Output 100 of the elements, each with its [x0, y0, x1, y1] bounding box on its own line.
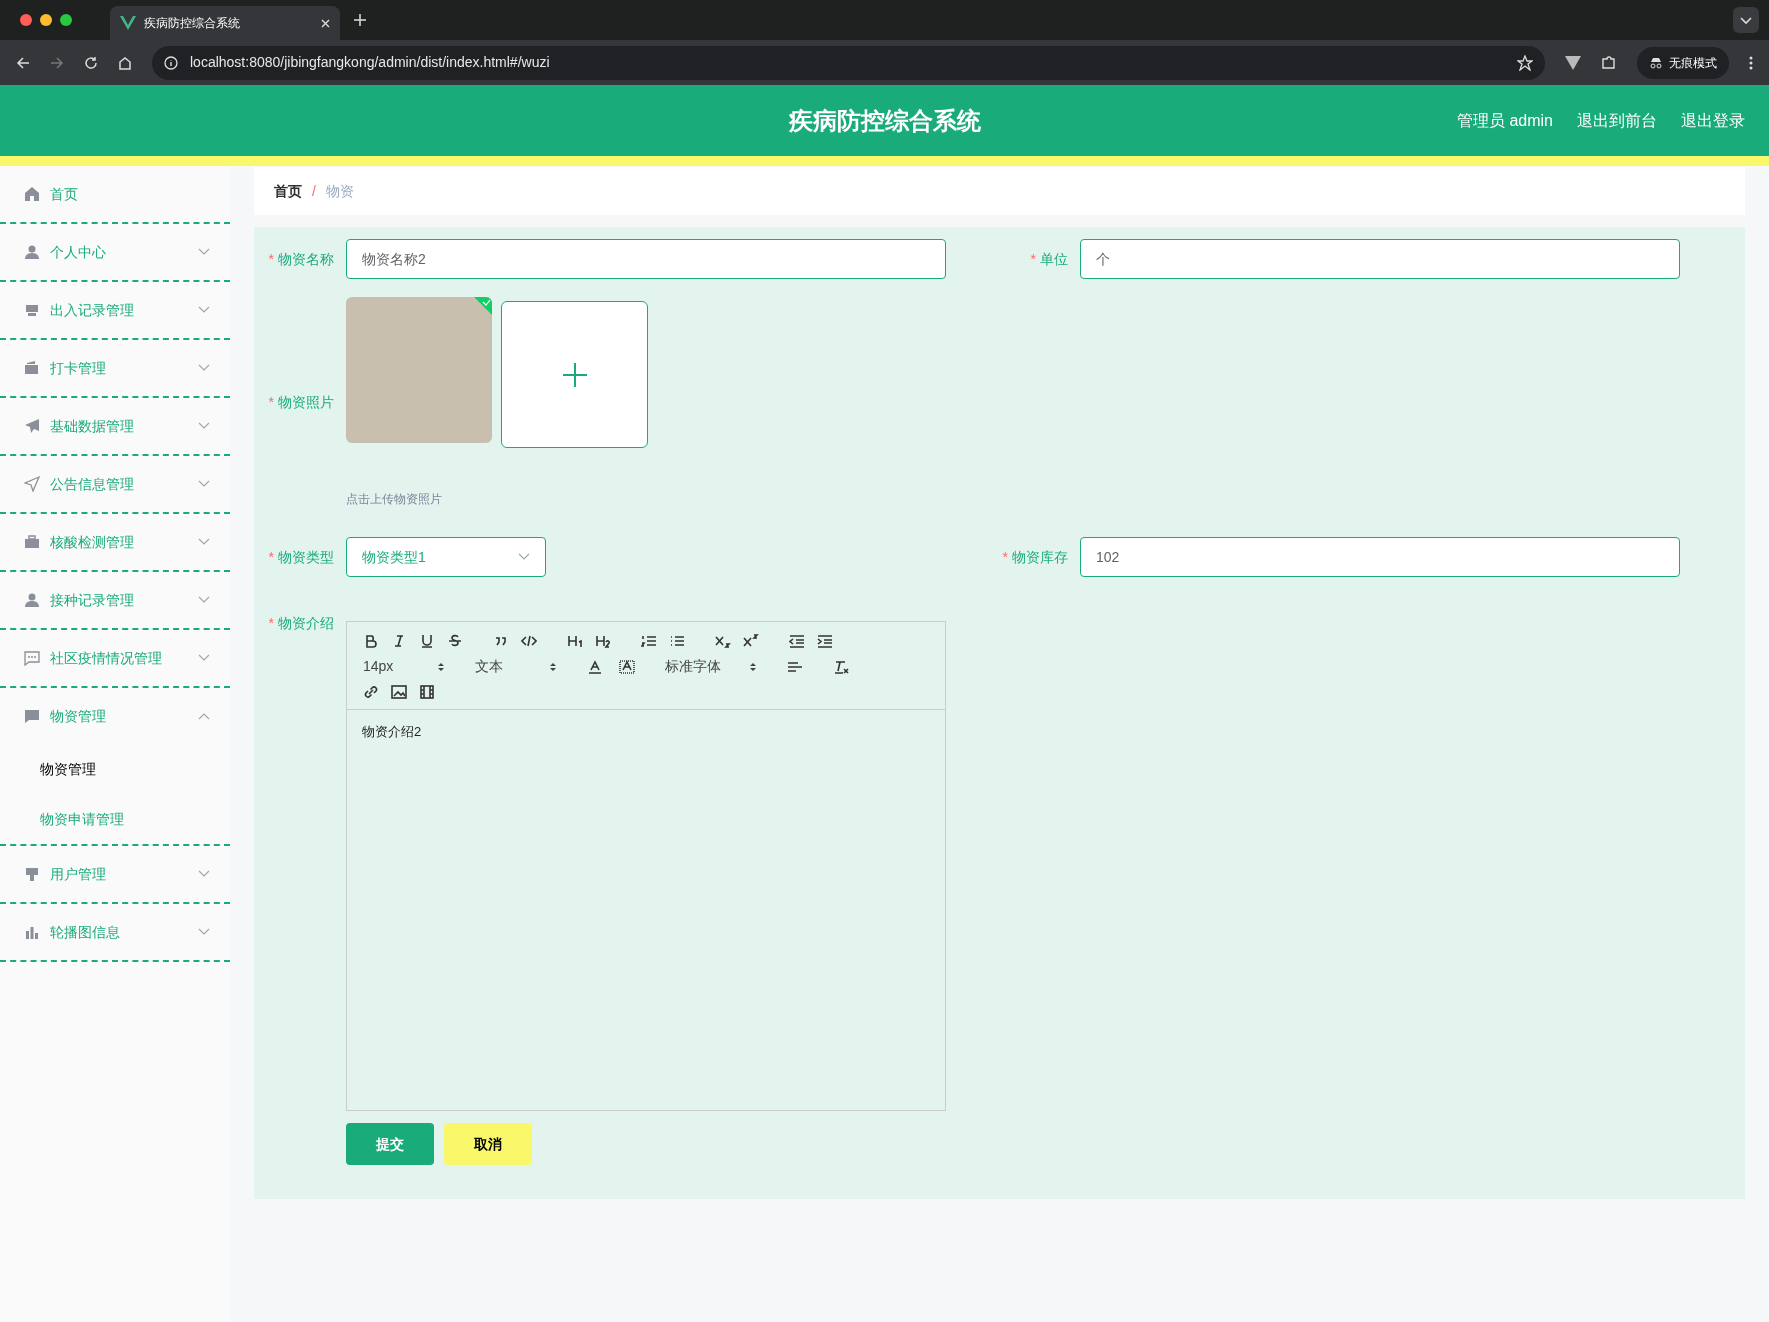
indent-icon[interactable]: [817, 634, 833, 648]
heading-one-icon[interactable]: [567, 634, 583, 648]
sidebar-menu-item[interactable]: 个人中心: [0, 224, 230, 280]
check-icon: [474, 297, 492, 315]
sidebar-submenu-item[interactable]: 物资申请管理: [0, 794, 230, 844]
bar-chart-icon: [24, 924, 40, 940]
field-label: * 单位: [1029, 249, 1069, 269]
quote-icon[interactable]: [493, 634, 509, 648]
link-icon[interactable]: [363, 685, 379, 699]
dropdown-icon[interactable]: [1733, 7, 1759, 33]
v-logo-icon: [120, 16, 136, 30]
star-icon[interactable]: [1517, 54, 1533, 71]
briefcase-icon: [24, 534, 40, 550]
incognito-button[interactable]: 无痕模式: [1637, 46, 1729, 79]
chat-icon: [24, 650, 40, 666]
heading-two-icon[interactable]: [595, 634, 611, 648]
chevron-down-icon: [198, 870, 210, 878]
breadcrumb-item[interactable]: 首页: [274, 180, 302, 202]
sidebar-submenu-item[interactable]: 物资管理: [0, 744, 230, 794]
sidebar-menu-item[interactable]: 基础数据管理: [0, 398, 230, 454]
sidebar-menu-item[interactable]: 轮播图信息: [0, 904, 230, 960]
outdent-icon[interactable]: [789, 634, 805, 648]
underline-icon[interactable]: [419, 634, 435, 648]
sidebar-menu-item[interactable]: 核酸检测管理: [0, 514, 230, 570]
font-size-select[interactable]: 14px: [363, 656, 445, 677]
close-icon[interactable]: [321, 18, 330, 28]
browser-tab[interactable]: 疾病防控综合系统: [110, 6, 340, 40]
maximize-window-icon[interactable]: [60, 14, 72, 26]
menu-icon[interactable]: [1749, 55, 1753, 70]
chevron-down-icon: [198, 928, 210, 936]
bullet-list-icon[interactable]: [669, 634, 685, 648]
upload-button[interactable]: [501, 301, 648, 448]
chevron-down-icon: [198, 538, 210, 546]
highlight-color-icon[interactable]: [619, 659, 635, 674]
address-bar[interactable]: localhost:8080/jibingfangkong/admin/dist/index.html#/wuzi: [152, 45, 1545, 80]
stamp-icon: [24, 866, 40, 882]
tab-title: 疾病防控综合系统: [144, 15, 241, 32]
rich-text-editor[interactable]: 14px 文本 标准字体 物资介绍2: [346, 621, 946, 1111]
app-title: 疾病防控综合系统: [788, 105, 981, 136]
minimize-window-icon[interactable]: [40, 14, 52, 26]
chevron-down-icon: [198, 248, 210, 256]
video-icon[interactable]: [419, 685, 435, 699]
font-family-select[interactable]: 标准字体: [665, 656, 757, 677]
home-icon[interactable]: [118, 55, 132, 70]
field-label: * 物资介绍: [267, 614, 335, 633]
breadcrumb-separator: /: [312, 181, 316, 201]
inbox-icon: [24, 302, 40, 318]
sidebar-menu-item[interactable]: 物资管理: [0, 688, 230, 744]
text-color-icon[interactable]: [587, 659, 603, 674]
front-page-link[interactable]: 退出到前台: [1577, 108, 1657, 133]
field-label: * 物资照片: [267, 393, 335, 412]
wallet-icon: [24, 360, 40, 376]
subscript-icon[interactable]: [715, 634, 731, 648]
chevron-down-icon: [198, 306, 210, 314]
puzzle-icon[interactable]: [1601, 54, 1617, 71]
sidebar-menu-item[interactable]: 社区疫情情况管理: [0, 630, 230, 686]
logout-link[interactable]: 退出登录: [1681, 108, 1745, 133]
chevron-down-icon: [198, 480, 210, 488]
strikethrough-icon[interactable]: [447, 634, 463, 648]
forward-icon[interactable]: [50, 55, 64, 70]
sidebar-menu-item[interactable]: 首页: [0, 166, 230, 222]
cancel-button[interactable]: 取消: [444, 1123, 532, 1165]
sidebar-menu-item[interactable]: 用户管理: [0, 846, 230, 902]
info-icon[interactable]: [164, 55, 178, 70]
v-logo-icon[interactable]: [1565, 55, 1581, 70]
chevron-down-icon: [198, 654, 210, 662]
align-icon[interactable]: [787, 659, 803, 674]
input-field[interactable]: 物资名称2: [346, 239, 946, 279]
navigation-icon: [24, 476, 40, 492]
sidebar-menu-item[interactable]: 公告信息管理: [0, 456, 230, 512]
back-icon[interactable]: [16, 55, 30, 70]
paper-plane-icon: [24, 418, 40, 434]
admin-user-label: 管理员 admin: [1456, 110, 1553, 131]
editor-content[interactable]: 物资介绍2: [347, 710, 945, 754]
breadcrumb-item: 物资: [325, 181, 354, 201]
chat-icon: [24, 708, 40, 724]
person-icon: [24, 592, 40, 608]
image-icon[interactable]: [391, 685, 407, 699]
text-style-select[interactable]: 文本: [475, 656, 557, 677]
type-select[interactable]: 物资类型1: [346, 537, 546, 577]
code-icon[interactable]: [521, 634, 537, 648]
clear-format-icon[interactable]: [833, 659, 849, 674]
chevron-down-icon: [198, 364, 210, 372]
sidebar-menu-item[interactable]: 出入记录管理: [0, 282, 230, 338]
sidebar-menu-item[interactable]: 打卡管理: [0, 340, 230, 396]
reload-icon[interactable]: [84, 55, 98, 70]
plus-icon: [562, 362, 587, 387]
close-window-icon[interactable]: [20, 14, 32, 26]
input-field[interactable]: 个: [1080, 239, 1680, 279]
chevron-down-icon: [198, 422, 210, 430]
superscript-icon[interactable]: [743, 634, 759, 648]
submit-button[interactable]: 提交: [346, 1123, 434, 1165]
bold-icon[interactable]: [363, 634, 379, 648]
ordered-list-icon[interactable]: [641, 634, 657, 648]
input-field[interactable]: 102: [1080, 537, 1680, 577]
new-tab-icon[interactable]: [354, 14, 366, 26]
home-icon: [24, 186, 40, 202]
incognito-icon: [1649, 56, 1663, 69]
sidebar-menu-item[interactable]: 接种记录管理: [0, 572, 230, 628]
person-icon: [24, 244, 40, 260]
